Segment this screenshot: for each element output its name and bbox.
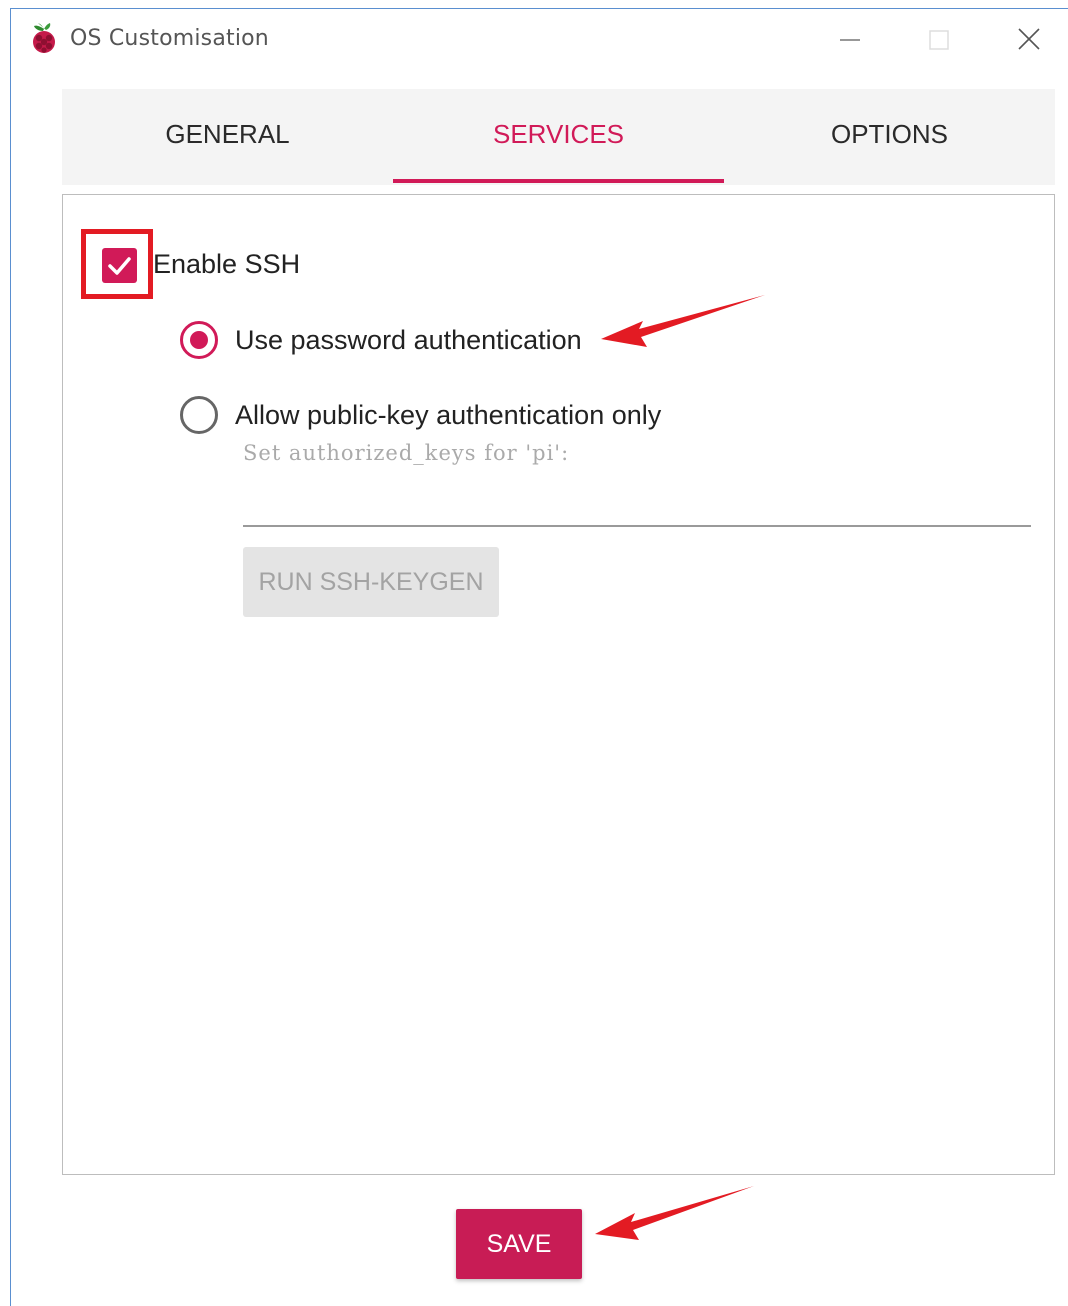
tab-bar: GENERAL SERVICES OPTIONS: [62, 89, 1055, 185]
radio-selected-dot: [190, 331, 208, 349]
annotation-arrow-icon: [601, 295, 765, 347]
tab-services[interactable]: SERVICES: [393, 89, 724, 185]
window-title: OS Customisation: [70, 26, 269, 51]
authorized-keys-input[interactable]: [243, 481, 1031, 527]
password-auth-label[interactable]: Use password authentication: [235, 325, 582, 356]
maximize-button[interactable]: [919, 23, 959, 57]
checkmark-icon: [108, 257, 131, 275]
enable-ssh-label[interactable]: Enable SSH: [153, 249, 300, 280]
public-key-auth-radio[interactable]: [180, 396, 218, 434]
public-key-auth-label[interactable]: Allow public-key authentication only: [235, 400, 661, 431]
os-customisation-window: OS Customisation GENERAL SERVICES OPTION…: [10, 8, 1068, 1306]
run-ssh-keygen-button[interactable]: RUN SSH-KEYGEN: [243, 547, 499, 617]
annotation-arrow-icon: [595, 1186, 754, 1240]
tab-options[interactable]: OPTIONS: [724, 89, 1055, 185]
enable-ssh-checkbox[interactable]: [102, 248, 137, 283]
password-auth-radio[interactable]: [180, 321, 218, 359]
minimize-button[interactable]: [830, 23, 870, 57]
tab-general[interactable]: GENERAL: [62, 89, 393, 185]
close-button[interactable]: [1009, 23, 1049, 57]
raspberry-pi-icon: [29, 21, 59, 55]
close-icon: [1018, 28, 1040, 50]
save-button[interactable]: SAVE: [456, 1209, 582, 1279]
authorized-keys-label: Set authorized_keys for 'pi':: [243, 441, 570, 465]
active-tab-indicator: [393, 179, 724, 183]
title-bar: OS Customisation: [11, 9, 1068, 71]
